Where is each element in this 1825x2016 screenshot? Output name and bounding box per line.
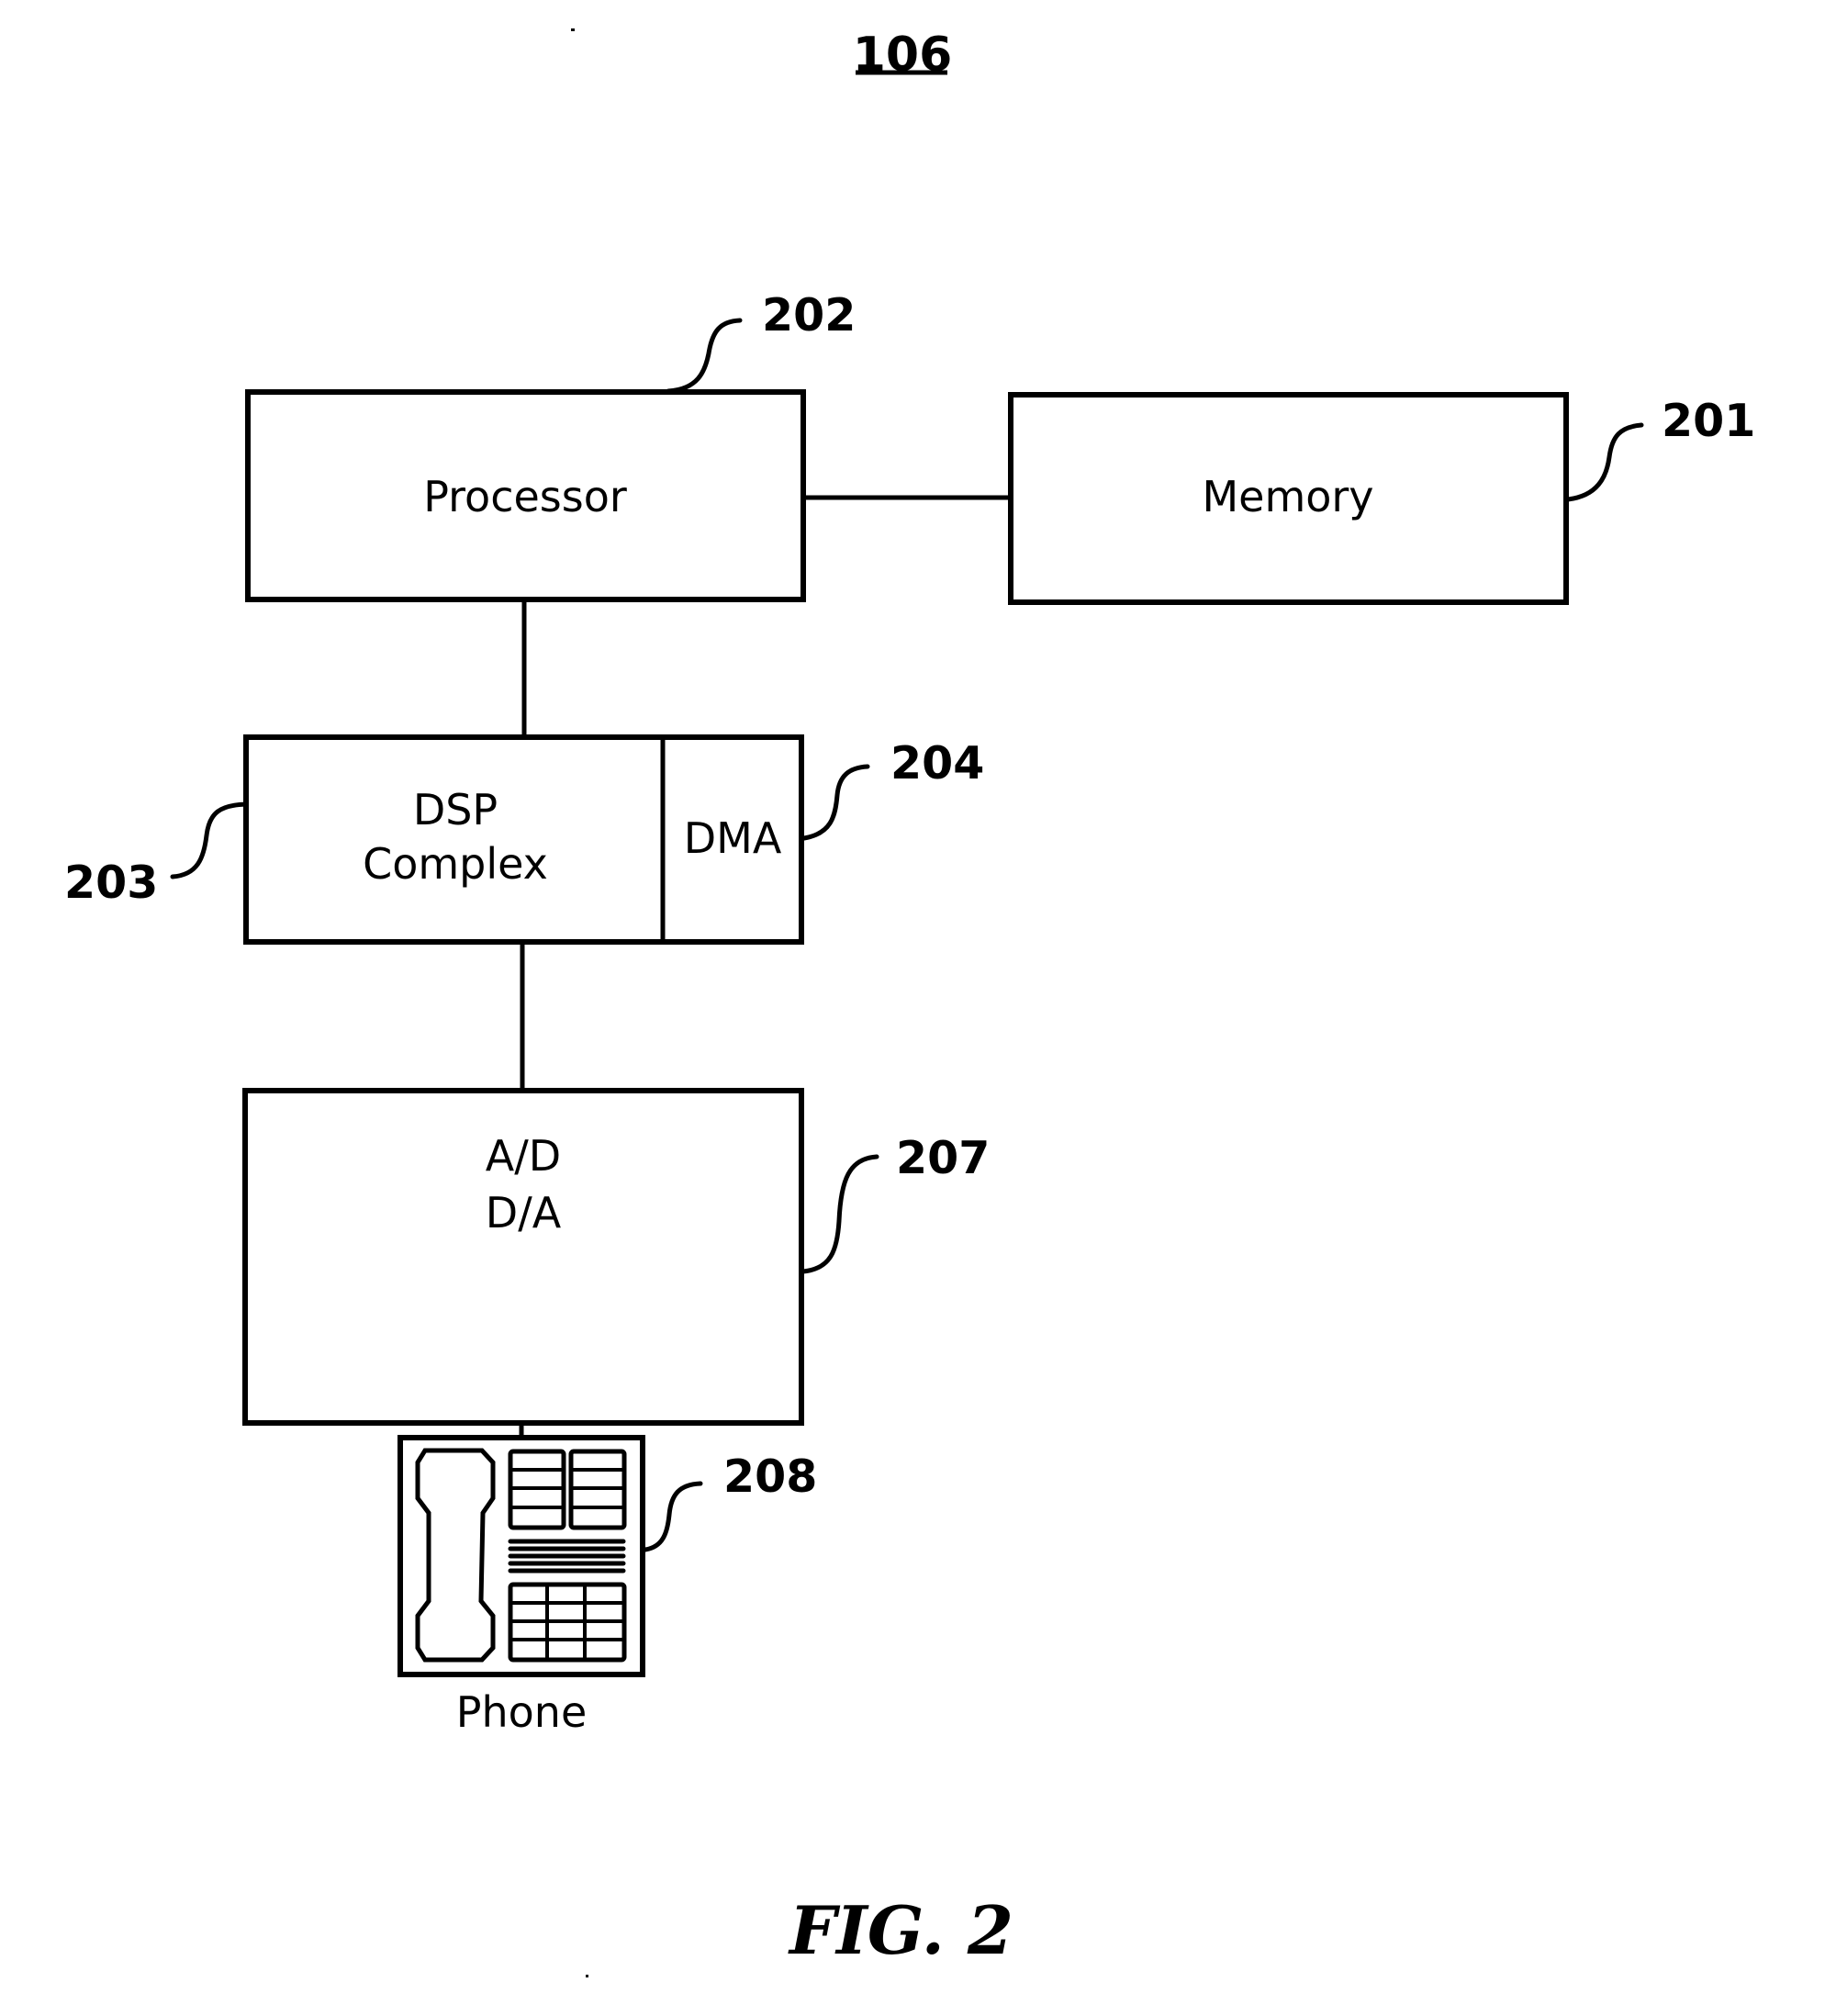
converter-leader-line bbox=[801, 1154, 879, 1274]
converter-ref-number: 207 bbox=[896, 1132, 990, 1184]
dsp-complex-label-line2: Complex bbox=[363, 839, 548, 889]
memory-block[interactable]: Memory bbox=[1008, 392, 1569, 605]
scan-speck bbox=[571, 28, 575, 31]
converter-reference: 207 bbox=[801, 1132, 990, 1274]
converter-block[interactable]: A/D D/A bbox=[242, 1088, 804, 1426]
processor-reference: 202 bbox=[666, 289, 856, 394]
phone-block[interactable]: Phone bbox=[397, 1435, 645, 1737]
memory-ref-number: 201 bbox=[1662, 395, 1755, 447]
memory-reference: 201 bbox=[1565, 395, 1755, 502]
dsp-complex-label-line1: DSP bbox=[413, 785, 498, 834]
scan-speck bbox=[586, 1975, 588, 1977]
desk-phone-icon bbox=[397, 1435, 645, 1677]
dma-leader-line bbox=[801, 764, 870, 841]
dsp-complex-ref-number: 203 bbox=[64, 857, 158, 909]
dma-reference: 204 bbox=[801, 737, 984, 841]
dsp-complex-leader-line bbox=[170, 801, 249, 879]
converter-label-line1: A/D bbox=[486, 1131, 561, 1181]
processor-block[interactable]: Processor bbox=[245, 389, 806, 602]
processor-leader-line bbox=[666, 318, 743, 394]
dma-ref-number: 204 bbox=[890, 737, 984, 790]
phone-label: Phone bbox=[456, 1687, 588, 1737]
figure-number: 106 bbox=[853, 28, 953, 83]
converter-label-line2: D/A bbox=[486, 1188, 562, 1238]
block-diagram: 106 Processor 202 Memory 201 DSP Complex… bbox=[64, 28, 1755, 1977]
phone-leader-line bbox=[643, 1481, 703, 1552]
processor-ref-number: 202 bbox=[762, 289, 856, 342]
processor-label: Processor bbox=[423, 472, 627, 521]
phone-reference: 208 bbox=[643, 1450, 817, 1552]
memory-label: Memory bbox=[1202, 472, 1373, 521]
figure-caption: FIG. 2 bbox=[788, 1891, 1013, 1969]
memory-leader-line bbox=[1565, 422, 1644, 502]
phone-ref-number: 208 bbox=[723, 1450, 817, 1503]
dma-label: DMA bbox=[684, 813, 782, 863]
dsp-complex-reference: 203 bbox=[64, 801, 249, 909]
